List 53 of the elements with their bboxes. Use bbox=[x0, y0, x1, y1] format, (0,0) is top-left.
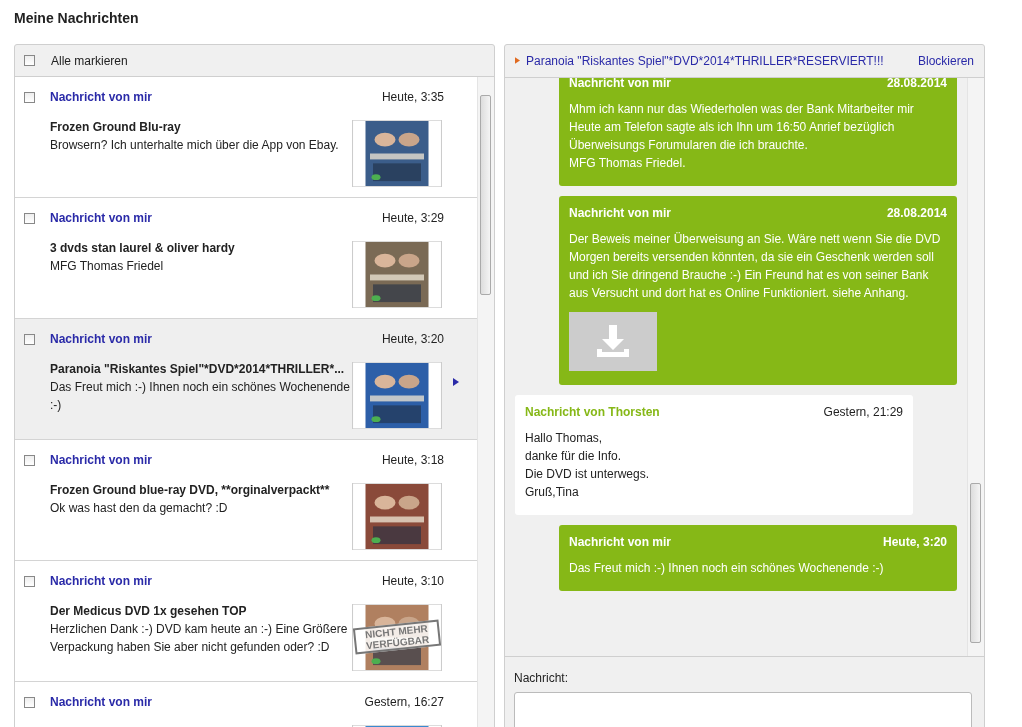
selected-arrow-icon bbox=[453, 378, 459, 386]
bubble-time: Gestern, 21:29 bbox=[823, 403, 903, 421]
item-title: Paranoia "Riskantes Spiel"*DVD*2014*THRILLER*... bbox=[50, 361, 346, 378]
bubble-text: Mhm ich kann nur das Wiederholen was der Bank Mitarbeiter mir Heute am Telefon sagte als ich Ihn um 16:50 Anrief bezüglich Überweisungs Forumularen die ich brauchte. MFG Thomas Friedel. bbox=[569, 100, 915, 172]
conversation-title-link[interactable]: Paranoia "Riskantes Spiel"*DVD*2014*THRILLER*RESERVIERT!!! bbox=[526, 53, 918, 68]
sender-link[interactable]: Nachricht von mir bbox=[50, 332, 153, 360]
row-checkbox[interactable] bbox=[24, 92, 35, 103]
message-time: Heute, 3:29 bbox=[381, 211, 444, 227]
block-link[interactable]: Blockieren bbox=[917, 53, 974, 68]
sender-link[interactable]: Nachricht von mir bbox=[50, 90, 153, 118]
sender-link[interactable]: Nachricht von mir bbox=[50, 453, 153, 481]
message-time: Heute, 3:35 bbox=[381, 90, 444, 106]
item-title: 3 dvds stan laurel & oliver hardy bbox=[50, 240, 236, 257]
bubble-sender: Nachricht von mir bbox=[569, 77, 672, 92]
item-title: Frozen Ground blue-ray DVD, **orginalverpackt** bbox=[50, 482, 331, 499]
sender-link[interactable]: Nachricht von mir bbox=[50, 574, 153, 602]
message-preview: MFG Thomas Friedel bbox=[50, 258, 165, 275]
message-time: Heute, 3:18 bbox=[381, 453, 444, 469]
message-input-field[interactable] bbox=[514, 692, 972, 727]
download-icon bbox=[595, 323, 631, 360]
message-time: Heute, 3:20 bbox=[381, 332, 444, 348]
bubble-time: 28.08.2014 bbox=[886, 77, 947, 92]
message-row[interactable]: Nachricht von mir Heute, 3:20 Paranoia "Riskantes Spiel"*DVD*2014*THRILLER*... Das Freut mich :-) Ihnen noch ein schönes Wochenende :-) bbox=[15, 319, 477, 440]
page-title: Meine Nachrichten bbox=[14, 10, 140, 26]
row-checkbox[interactable] bbox=[24, 213, 35, 224]
item-title: Der Medicus DVD 1x gesehen TOP bbox=[50, 603, 248, 620]
row-checkbox[interactable] bbox=[24, 334, 35, 345]
sender-link[interactable]: Nachricht von mir bbox=[50, 211, 153, 239]
bubble-sender: Nachricht von mir bbox=[569, 533, 672, 551]
scrollbar[interactable] bbox=[967, 77, 984, 656]
message-label: Nachricht: bbox=[514, 671, 570, 685]
row-checkbox[interactable] bbox=[24, 576, 35, 587]
select-all-checkbox[interactable] bbox=[24, 55, 35, 66]
bubble-sender: Nachricht von Thorsten bbox=[525, 403, 660, 421]
triangle-icon bbox=[515, 57, 520, 65]
select-all-label: Alle markieren bbox=[51, 53, 128, 68]
message-time: Gestern, 16:27 bbox=[364, 695, 444, 711]
bubble-text: Hallo Thomas, danke für die Info. Die DVD ist unterwegs. Gruß,Tina bbox=[525, 429, 651, 501]
bubble-time: Heute, 3:20 bbox=[882, 533, 947, 551]
scrollbar[interactable] bbox=[477, 77, 494, 727]
message-preview: Ok was hast den da gemacht? :D bbox=[50, 500, 229, 517]
bubble-text: Der Beweis meiner Überweisung an Sie. Wäre nett wenn Sie die DVD Morgen bereits versenden könnten, da sie ein Geschenk werden soll und ich Sie dringend Brauche :-) Ein Freund hat es von seiner Bank aus Versucht und dort hat es Online Funktioniert. siehe Anhang. bbox=[569, 230, 942, 302]
bubble-time: 28.08.2014 bbox=[886, 204, 947, 222]
sender-link[interactable]: Nachricht von mir bbox=[50, 695, 153, 723]
message-preview: Herzlichen Dank :-) DVD kam heute an :-) Eine Größere Verpackung haben Sie aber nicht gefunden oder? :D bbox=[50, 621, 349, 656]
message-preview: Das Freut mich :-) Ihnen noch ein schönes Wochenende :-) bbox=[50, 379, 351, 414]
message-time: Heute, 3:10 bbox=[381, 574, 444, 590]
row-checkbox[interactable] bbox=[24, 697, 35, 708]
item-title: Frozen Ground Blu-ray bbox=[50, 119, 182, 136]
row-checkbox[interactable] bbox=[24, 455, 35, 466]
message-preview: Browsern? Ich unterhalte mich über die App von Ebay. bbox=[50, 137, 340, 154]
bubble-text: Das Freut mich :-) Ihnen noch ein schönes Wochenende :-) bbox=[569, 559, 885, 577]
bubble-sender: Nachricht von mir bbox=[569, 204, 672, 222]
